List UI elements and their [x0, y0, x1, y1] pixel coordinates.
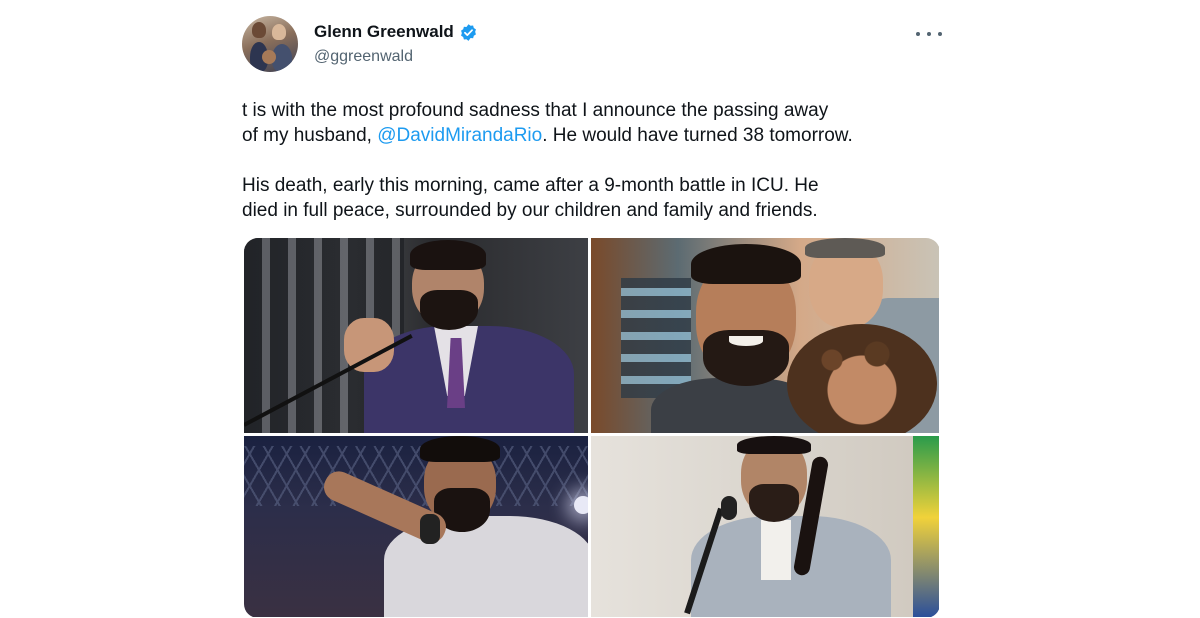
tweet-text-line: died in full peace, surrounded by our ch…	[242, 200, 818, 221]
author-name-row: Glenn Greenwald	[314, 22, 478, 42]
tweet: Glenn Greenwald @ggreenwald t is with th…	[242, 14, 942, 618]
tweet-text-fragment: of my husband,	[242, 125, 378, 146]
tweet-text-line: His death, early this morning, came afte…	[242, 175, 819, 196]
mention-link[interactable]: @DavidMirandaRio	[377, 125, 542, 146]
more-options-icon[interactable]	[916, 24, 942, 44]
author-display-name[interactable]: Glenn Greenwald	[314, 22, 454, 42]
photo-speech-at-podium[interactable]	[244, 238, 588, 433]
media-grid	[244, 238, 940, 618]
verified-badge-icon	[459, 23, 478, 42]
photo-stage-speech[interactable]	[244, 436, 588, 617]
tweet-text-line: of my husband, @DavidMirandaRio. He woul…	[242, 123, 942, 148]
tweet-text-fragment: . He would have turned 38 tomorrow.	[542, 125, 853, 146]
tweet-text: t is with the most profound sadness that…	[242, 98, 942, 223]
author-handle[interactable]: @ggreenwald	[314, 48, 413, 66]
avatar[interactable]	[242, 16, 298, 72]
photo-family-selfie[interactable]	[591, 238, 939, 433]
photo-committee-hearing[interactable]	[591, 436, 939, 617]
tweet-text-line: t is with the most profound sadness that…	[242, 100, 829, 121]
